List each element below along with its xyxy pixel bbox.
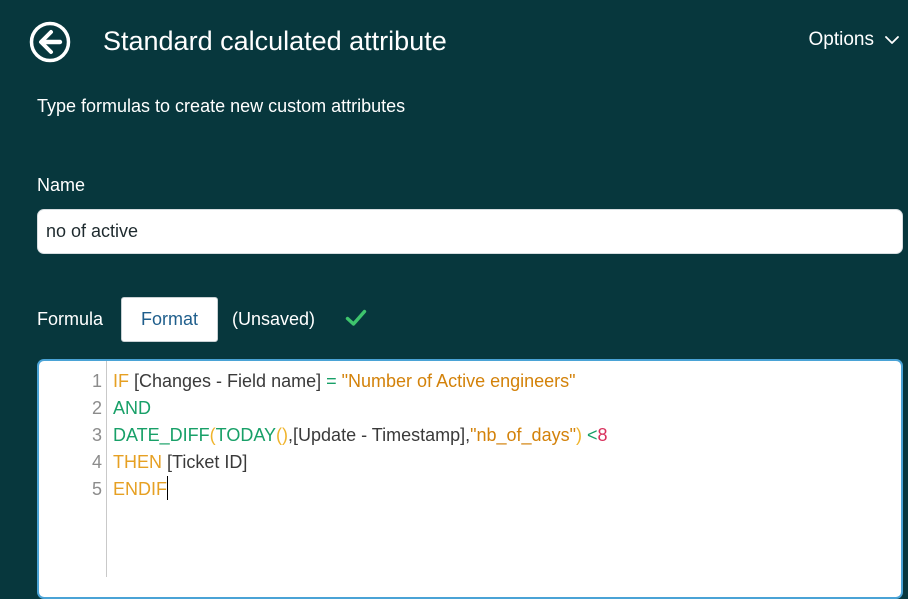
formula-toolbar: Formula Format (Unsaved) [37,297,903,342]
code-token: DATE_DIFF [113,425,210,445]
page-title: Standard calculated attribute [103,26,447,56]
back-arrow-circle-icon[interactable] [29,21,71,63]
code-token: IF [113,371,129,391]
line-number: 2 [91,398,102,418]
code-text: IF [Changes - Field name] = "Number of A… [113,368,576,395]
text-cursor [167,476,168,500]
code-token: ENDIF [113,479,167,499]
code-token: [Changes - Field name] [129,371,327,391]
code-token: ,[Update - Timestamp], [288,425,471,445]
name-input[interactable] [37,209,903,254]
header: Standard calculated attribute Options [0,0,908,84]
unsaved-status: (Unsaved) [232,309,316,329]
code-token: [Ticket ID] [162,452,248,472]
code-token: () [276,425,289,445]
page-subtitle: Type formulas to create new custom attri… [37,96,406,116]
options-label: Options [808,29,874,50]
code-text: AND [113,395,151,422]
line-number: 1 [91,371,102,391]
check-icon [345,309,367,326]
code-line: 5 ENDIF [39,476,899,503]
line-number: 4 [91,452,102,472]
format-button[interactable]: Format [121,297,218,342]
code-line: 4 THEN [Ticket ID] [39,449,899,476]
line-number: 5 [91,479,102,499]
code-text: DATE_DIFF(TODAY(),[Update - Timestamp],"… [113,422,608,449]
formula-label: Formula [37,309,104,329]
code-line: 2 AND [39,395,899,422]
code-token: THEN [113,452,162,472]
options-menu[interactable]: Options [809,26,900,54]
code-token: < [586,425,598,445]
code-line: 3 DATE_DIFF(TODAY(),[Update - Timestamp],… [39,422,899,449]
line-number: 3 [91,425,102,445]
code-token: "Number of Active engineers" [341,371,576,391]
code-token: "nb_of_days" [470,425,576,445]
code-line: 1 IF [Changes - Field name] = "Number of … [39,368,899,395]
code-token: AND [113,398,152,418]
code-token: 8 [597,425,608,445]
code-token: TODAY [215,425,277,445]
code-text: THEN [Ticket ID] [113,449,247,476]
code-text: ENDIF [113,476,168,503]
chevron-down-icon [885,36,899,44]
code-token: = [326,371,337,391]
name-label: Name [37,175,86,195]
formula-editor[interactable]: 1 IF [Changes - Field name] = "Number of … [37,359,903,599]
